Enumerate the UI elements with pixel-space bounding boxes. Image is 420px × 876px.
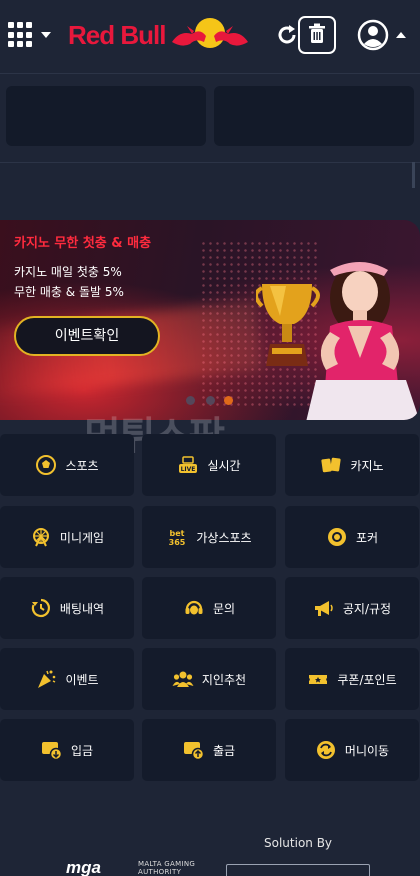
mga-line: AUTHORITY: [138, 868, 182, 876]
user-button[interactable]: [356, 18, 408, 52]
menu-tile-minigame[interactable]: 미니게임: [0, 506, 134, 568]
deposit-icon: [41, 739, 63, 761]
people-icon: [172, 668, 194, 690]
menu-tile-event[interactable]: 이벤트: [0, 648, 134, 710]
menu-label: 포커: [355, 530, 379, 545]
refresh-icon: [278, 25, 296, 44]
caret-up-icon: [396, 32, 406, 38]
mga-logo: mga MALTA GAMING AUTHORITY: [66, 856, 212, 876]
menu-tile-sports[interactable]: 스포츠: [0, 434, 134, 496]
caret-down-icon: [41, 32, 51, 38]
menu-label: 입금: [70, 743, 94, 758]
menu-tile-poker[interactable]: 포커: [285, 506, 419, 568]
soccer-ball-icon: [35, 454, 57, 476]
poker-chip-icon: [326, 526, 348, 548]
promo-banner[interactable]: 카지노 무한 첫충 & 매충 카지노 매일 첫충 5% 무한 매충 & 돌발 5…: [0, 220, 420, 420]
solution-by-label: Solution By: [264, 836, 333, 850]
top-card-right[interactable]: [214, 86, 414, 146]
svg-text:365: 365: [169, 538, 186, 547]
menu-button[interactable]: [8, 22, 54, 48]
menu-tile-notice[interactable]: 공지/규정: [285, 577, 419, 639]
ferris-wheel-icon: [30, 526, 52, 548]
menu-label: 카지노: [350, 458, 384, 473]
menu-label: 공지/규정: [342, 601, 392, 616]
menu-label: 머니이동: [344, 743, 390, 758]
banner-text-line: 무한 매충 & 돌발 5%: [14, 285, 124, 299]
grid-icon: [8, 22, 34, 48]
party-popper-icon: [35, 668, 57, 690]
menu-label: 실시간: [207, 458, 241, 473]
event-check-button[interactable]: 이벤트확인: [14, 316, 160, 356]
bulls-icon: [172, 18, 248, 48]
menu-tile-money-transfer[interactable]: 머니이동: [285, 719, 419, 781]
menu-label: 지인추천: [201, 672, 247, 687]
menu-label: 가상스포츠: [196, 530, 252, 545]
redbull-logo[interactable]: Red Bull: [66, 14, 250, 56]
solution-provider-logo: [226, 864, 370, 876]
trophy-girl-illustration: [256, 262, 420, 420]
bet365-icon: bet 365: [166, 526, 188, 548]
menu-label: 출금: [212, 743, 236, 758]
trash-icon: [309, 23, 325, 43]
top-card-left[interactable]: [6, 86, 206, 146]
menu-label: 쿠폰/포인트: [337, 672, 397, 687]
menu-label: 배팅내역: [59, 601, 105, 616]
svg-text:LIVE: LIVE: [181, 466, 196, 473]
refresh-button[interactable]: [274, 22, 300, 48]
live-icon: LIVE: [177, 454, 199, 476]
mga-line: MALTA GAMING: [138, 860, 196, 868]
logo-text: Red Bull: [68, 20, 166, 50]
svg-text:bet: bet: [170, 529, 185, 538]
cards-icon: [320, 454, 342, 476]
header-bar: Red Bull: [0, 0, 420, 74]
banner-title: 카지노 무한 첫충 & 매충: [14, 236, 152, 251]
mga-mark: mga: [66, 858, 101, 876]
menu-tile-referral[interactable]: 지인추천: [142, 648, 276, 710]
menu-label: 미니게임: [59, 530, 105, 545]
menu-tile-inquiry[interactable]: 문의: [142, 577, 276, 639]
withdraw-icon: [183, 739, 205, 761]
support-icon: [183, 597, 205, 619]
menu-tile-bet-history[interactable]: 배팅내역: [0, 577, 134, 639]
menu-tile-deposit[interactable]: 입금: [0, 719, 134, 781]
megaphone-icon: [313, 597, 335, 619]
user-icon: [357, 19, 389, 51]
menu-label: 이벤트: [65, 672, 99, 687]
ticket-icon: [307, 668, 329, 690]
menu-label: 문의: [212, 601, 236, 616]
divider: [0, 162, 420, 163]
money-transfer-icon: [315, 739, 337, 761]
trash-button[interactable]: [298, 16, 336, 54]
menu-label: 스포츠: [65, 458, 99, 473]
scrollbar[interactable]: [412, 162, 415, 188]
menu-tile-coupon[interactable]: 쿠폰/포인트: [285, 648, 419, 710]
menu-tile-live[interactable]: LIVE 실시간: [142, 434, 276, 496]
history-icon: [30, 597, 52, 619]
menu-tile-virtual-sports[interactable]: bet 365 가상스포츠: [142, 506, 276, 568]
banner-text-line: 카지노 매일 첫충 5%: [14, 265, 122, 279]
menu-tile-withdraw[interactable]: 출금: [142, 719, 276, 781]
menu-tile-casino[interactable]: 카지노: [285, 434, 419, 496]
